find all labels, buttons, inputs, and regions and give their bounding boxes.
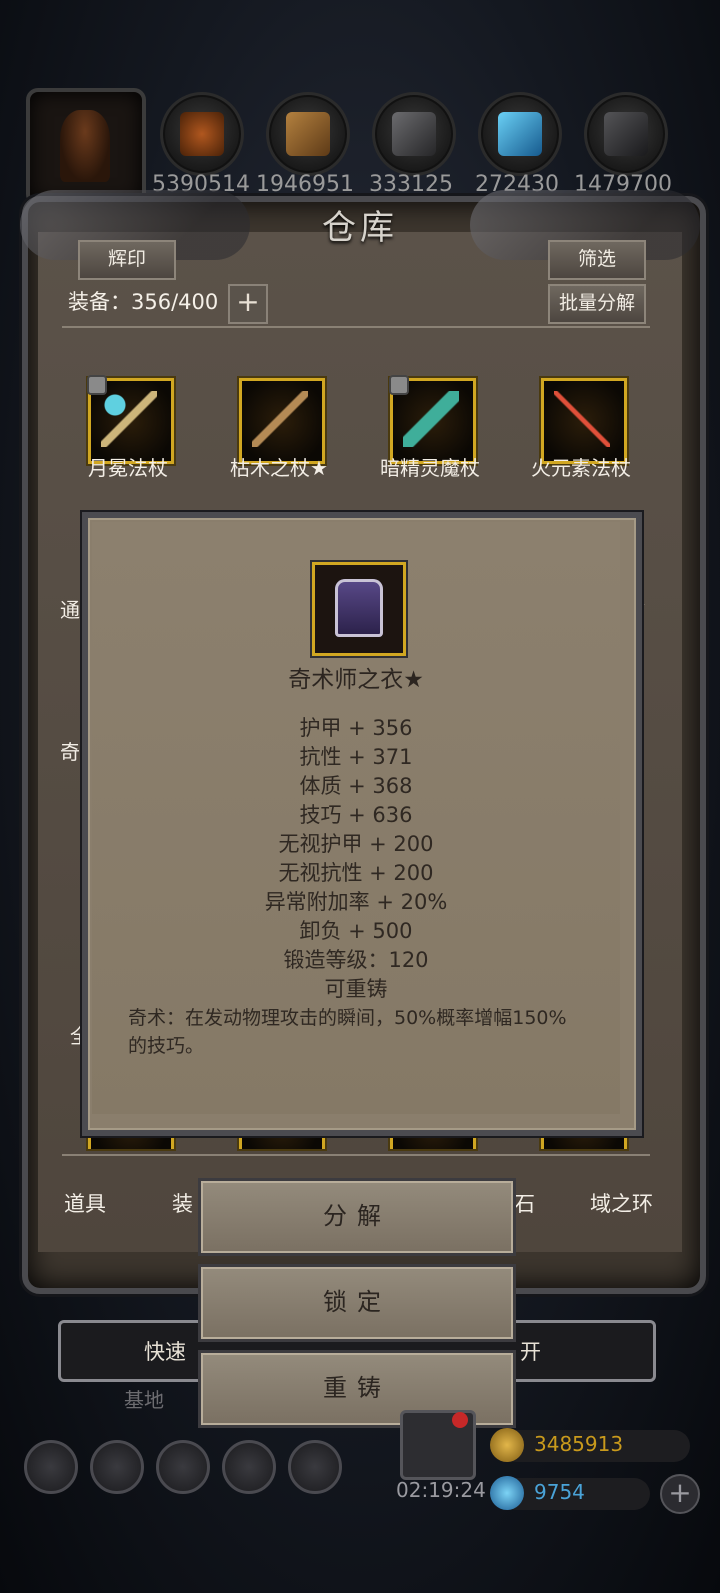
- wood-count: 1946951: [256, 172, 354, 197]
- item-name: 暗精灵魔杖: [380, 456, 480, 480]
- top-divider: [62, 326, 650, 328]
- staff-icon: [252, 391, 308, 447]
- character-portrait-icon: [60, 110, 110, 182]
- gold-amount: 3485913: [534, 1432, 624, 1456]
- decompose-button[interactable]: 分解: [198, 1178, 516, 1256]
- batch-decompose-button[interactable]: 批量分解: [548, 284, 646, 324]
- expand-capacity-button[interactable]: +: [228, 284, 268, 324]
- tooltip-description: 奇术：在发动物理攻击的瞬间，50%概率增幅150%的技巧。: [128, 1007, 567, 1057]
- guild-icon[interactable]: [156, 1440, 210, 1494]
- tab-equipment[interactable]: 装: [172, 1188, 193, 1218]
- crystal-resource[interactable]: [478, 92, 562, 176]
- tab-ring[interactable]: 域之环: [590, 1188, 653, 1218]
- gem-amount: 9754: [534, 1480, 585, 1504]
- dark-ore-icon: [604, 112, 648, 156]
- tab-items[interactable]: 道具: [64, 1188, 106, 1218]
- tooltip-stat: 异常附加率 + 20%: [264, 890, 448, 914]
- character-portrait[interactable]: [26, 88, 146, 206]
- notification-dot: [452, 1412, 468, 1428]
- blue-gem-icon: [490, 1476, 524, 1510]
- base-label: 基地: [124, 1388, 164, 1412]
- lock-button[interactable]: 锁定: [198, 1264, 516, 1342]
- meat-icon: [180, 112, 224, 156]
- lock-icon: [389, 375, 409, 395]
- wood-resource[interactable]: [266, 92, 350, 176]
- tooltip-stat: 可重铸: [324, 977, 388, 1001]
- equip-capacity: 装备：356/400: [68, 290, 219, 314]
- mail-icon[interactable]: [222, 1440, 276, 1494]
- quick-bar-right-label: 开: [520, 1340, 541, 1364]
- staff-icon: [554, 391, 610, 447]
- settings-icon[interactable]: [24, 1440, 78, 1494]
- ore-resource[interactable]: [584, 92, 668, 176]
- filter-button[interactable]: 筛选: [548, 240, 646, 280]
- iron-count: 333125: [369, 172, 453, 197]
- item-name-fragment: 通: [60, 598, 80, 622]
- wood-plank-icon: [286, 112, 330, 156]
- tooltip-item-name: 奇术师之衣★: [288, 667, 424, 693]
- tab-stone[interactable]: 石: [514, 1188, 535, 1218]
- tooltip-stat: 无视抗性 + 200: [278, 861, 434, 885]
- item-name: 火元素法杖: [531, 456, 631, 480]
- tooltip-stat: 卸负 + 500: [299, 919, 413, 943]
- staff-icon: [101, 391, 157, 447]
- iron-resource[interactable]: [372, 92, 456, 176]
- bottom-divider: [62, 1154, 650, 1156]
- meat-resource[interactable]: [160, 92, 244, 176]
- quick-bar-left-label: 快速: [144, 1340, 186, 1364]
- add-currency-button[interactable]: +: [660, 1474, 700, 1514]
- item-name: 枯木之杖★: [230, 456, 328, 480]
- tooltip-stat: 抗性 + 371: [299, 745, 413, 769]
- achievement-icon[interactable]: [90, 1440, 144, 1494]
- event-timer: 02:19:24: [396, 1478, 486, 1502]
- item-name: 月冕法杖: [88, 456, 168, 480]
- robe-icon: [312, 562, 406, 656]
- tooltip-stat: 锻造等级：120: [283, 948, 429, 972]
- tooltip-stat: 技巧 + 636: [299, 803, 413, 827]
- item-name-fragment: 奇: [60, 740, 80, 764]
- shop-icon[interactable]: [288, 1440, 342, 1494]
- tooltip-stat: 无视护甲 + 200: [278, 832, 434, 856]
- emblem-button[interactable]: 辉印: [78, 240, 176, 280]
- blue-crystal-icon: [498, 112, 542, 156]
- iron-ingot-icon: [392, 112, 436, 156]
- staff-icon: [403, 391, 459, 447]
- gold-coin-icon: [490, 1428, 524, 1462]
- lock-icon: [87, 375, 107, 395]
- tooltip-stat: 体质 + 368: [299, 774, 413, 798]
- tooltip-stat: 护甲 + 356: [299, 716, 413, 740]
